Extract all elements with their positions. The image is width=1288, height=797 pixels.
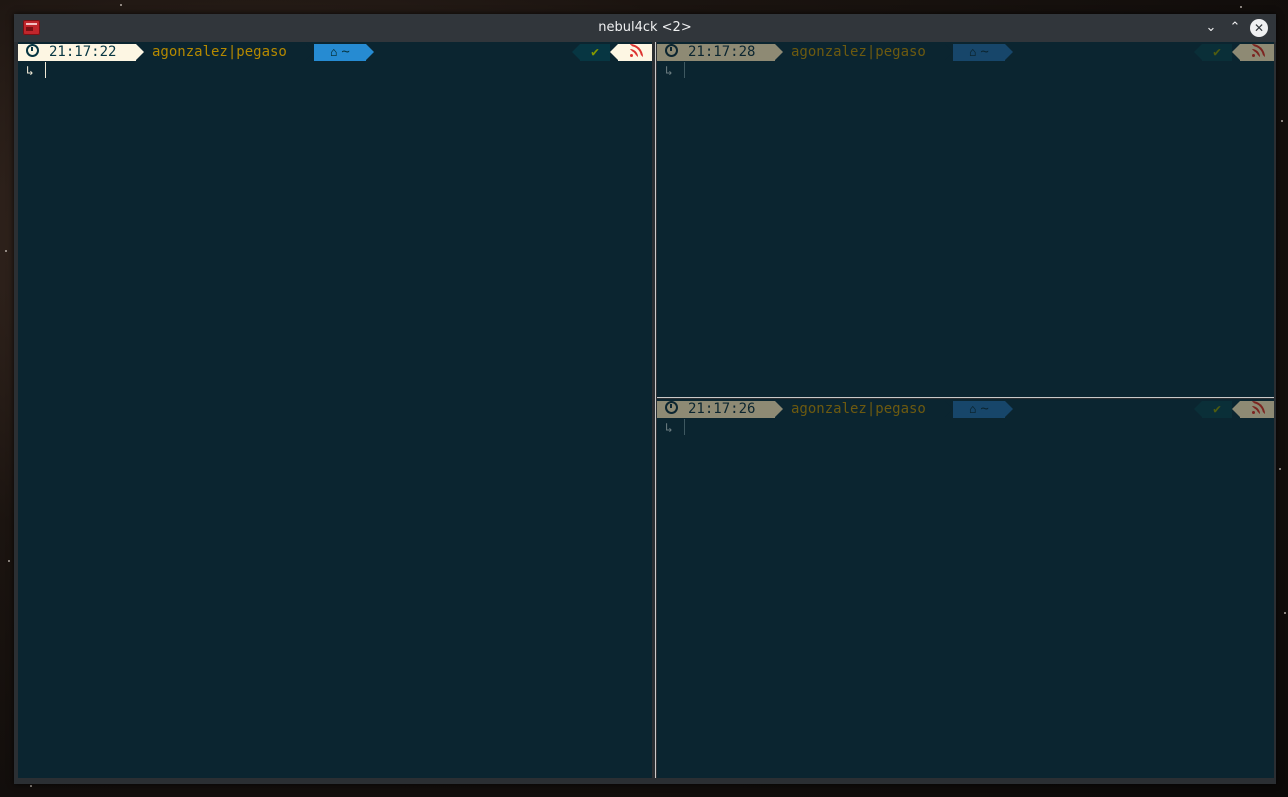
prompt-dir-segment: ⌂ ~ [306,44,374,61]
rss-segment [1232,401,1274,418]
prompt-time: 21:17:28 [688,44,756,60]
checkmark-icon: ✔ [591,45,599,60]
title-bar[interactable]: nebul4ck <2> ⌄ ⌃ ✕ [14,14,1276,42]
rss-segment [1232,44,1274,61]
rss-icon [1251,44,1265,57]
rss-icon [1251,401,1265,414]
rss-icon [629,44,643,57]
terminal-window: nebul4ck <2> ⌄ ⌃ ✕ 21:17:22 agonzalez|pe… [14,14,1276,784]
pane-divider-vertical[interactable] [655,42,656,778]
prompt-arrow: ↳ [665,64,673,79]
terminal-pane-left[interactable]: 21:17:22 agonzalez|pegaso ⌂ ~ ✔ ↳ [18,42,652,778]
prompt-dir: ~ [980,44,989,60]
clock-icon [26,44,39,57]
pane-divider-horizontal[interactable] [657,397,1274,398]
prompt-time-segment: 21:17:26 [657,401,783,418]
prompt-time: 21:17:26 [688,401,756,417]
prompt-dir: ~ [341,44,350,60]
prompt-user-host: agonzalez|pegaso [152,44,287,60]
prompt-time-segment: 21:17:28 [657,44,783,61]
text-cursor [684,62,685,78]
prompt-dir-segment: ⌂ ~ [945,401,1013,418]
close-button[interactable]: ✕ [1250,19,1268,37]
prompt-dir: ~ [980,401,989,417]
status-ok-segment: ✔ [1194,44,1232,61]
home-icon: ⌂ [330,45,338,59]
checkmark-icon: ✔ [1213,402,1221,417]
home-icon: ⌂ [969,45,977,59]
prompt-user-host: agonzalez|pegaso [791,401,926,417]
minimize-button[interactable]: ⌄ [1202,19,1220,37]
prompt-arrow: ↳ [665,421,673,436]
prompt-time: 21:17:22 [49,44,117,60]
prompt-time-segment: 21:17:22 [18,44,144,61]
checkmark-icon: ✔ [1213,45,1221,60]
window-title: nebul4ck <2> [598,20,692,35]
status-ok-segment: ✔ [1194,401,1232,418]
rss-segment [610,44,652,61]
clock-icon [665,44,678,57]
text-cursor [684,419,685,435]
maximize-button[interactable]: ⌃ [1226,19,1244,37]
status-ok-segment: ✔ [572,44,610,61]
clock-icon [665,401,678,414]
home-icon: ⌂ [969,402,977,416]
terminal-pane-bottom-right[interactable]: 21:17:26 agonzalez|pegaso ⌂ ~ ✔ ↳ [657,399,1274,778]
prompt-dir-segment: ⌂ ~ [945,44,1013,61]
prompt-arrow: ↳ [26,64,34,79]
text-cursor [45,62,46,78]
prompt-user-host: agonzalez|pegaso [791,44,926,60]
terminal-pane-top-right[interactable]: 21:17:28 agonzalez|pegaso ⌂ ~ ✔ ↳ [657,42,1274,397]
